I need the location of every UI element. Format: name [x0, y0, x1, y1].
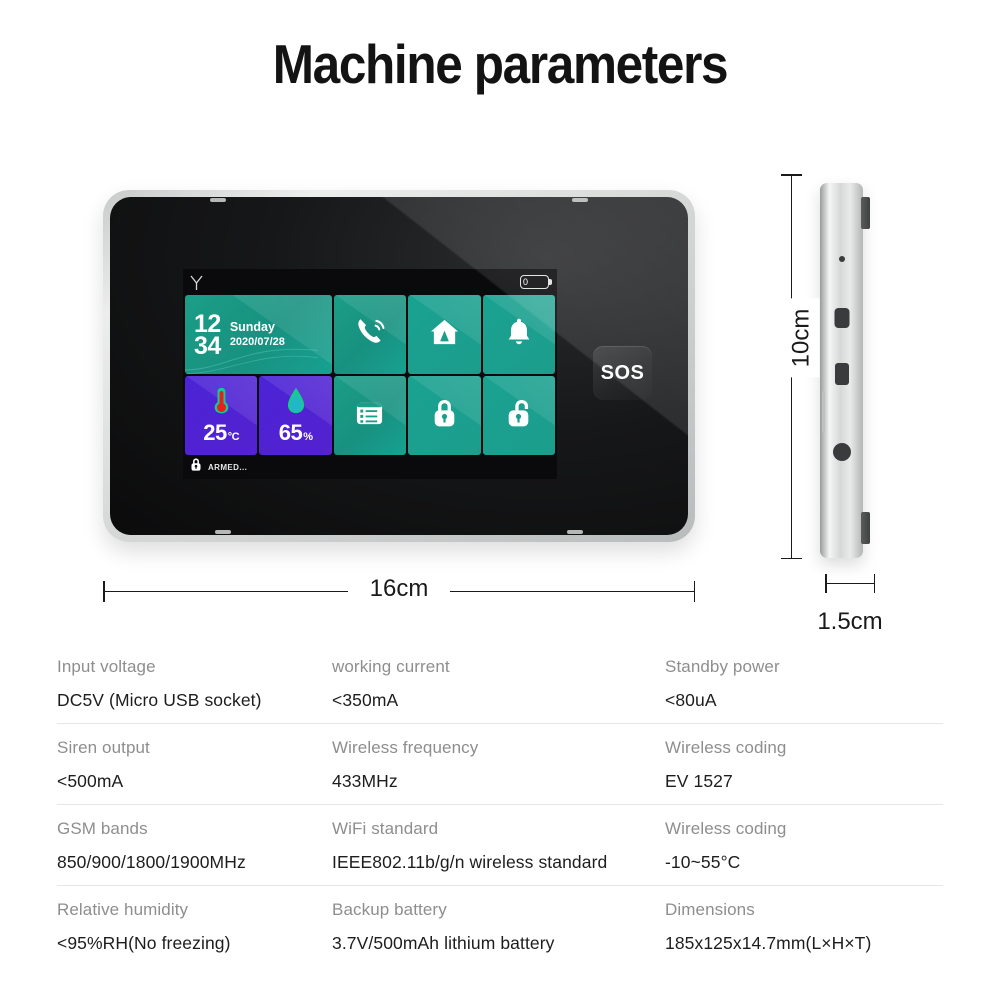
- temperature-tile[interactable]: 25°C: [185, 376, 258, 455]
- tile-grid: 12 34 Sunday 2020/07/28 25°C 65%: [183, 295, 557, 455]
- menu-tile[interactable]: [333, 376, 407, 455]
- spec-label: working current: [332, 657, 450, 676]
- bezel-marker-top-right: [572, 198, 588, 202]
- spec-cell: Input voltage DC5V (Micro USB socket): [57, 657, 332, 711]
- spec-label: Backup battery: [332, 900, 447, 919]
- side-groove: [822, 391, 825, 433]
- spec-cell: Wireless coding EV 1527: [665, 738, 943, 792]
- spec-label: Wireless frequency: [332, 738, 479, 757]
- sim-card-slot: [834, 363, 849, 385]
- specifications-table: Input voltage DC5V (Micro USB socket) wo…: [57, 643, 943, 966]
- clock-date: 2020/07/28: [229, 336, 285, 349]
- home-arm-tile[interactable]: [408, 295, 481, 374]
- arm-tile[interactable]: [408, 376, 481, 455]
- spec-value: 185x125x14.7mm(L×H×T): [665, 933, 872, 953]
- call-tile[interactable]: [333, 295, 407, 374]
- battery-level-text: 0: [523, 276, 529, 287]
- spec-value: <80uA: [665, 690, 717, 710]
- device-bezel: 0 12 34 Sunday 2020/07/28 25°C 65% ARMED…: [110, 197, 688, 535]
- spec-value: 3.7V/500mAh lithium battery: [332, 933, 555, 953]
- list-icon: [355, 399, 384, 433]
- spec-cell: Standby power <80uA: [665, 657, 943, 711]
- spec-cell: Backup battery 3.7V/500mAh lithium batte…: [332, 900, 665, 954]
- lock-open-icon: [505, 398, 532, 433]
- device-side-view: [820, 183, 870, 558]
- spec-cell: Dimensions 185x125x14.7mm(L×H×T): [665, 900, 943, 954]
- clock-digits: 12 34: [194, 311, 221, 360]
- spec-value: IEEE802.11b/g/n wireless standard: [332, 852, 608, 872]
- device-front-view: 0 12 34 Sunday 2020/07/28 25°C 65% ARMED…: [103, 190, 695, 542]
- spec-label: Input voltage: [57, 657, 156, 676]
- table-row: Relative humidity <95%RH(No freezing) Ba…: [57, 885, 943, 966]
- spec-cell: Relative humidity <95%RH(No freezing): [57, 900, 332, 954]
- spec-value: 850/900/1800/1900MHz: [57, 852, 246, 872]
- sos-button[interactable]: SOS: [593, 346, 652, 400]
- disarm-tile[interactable]: [482, 376, 555, 455]
- spec-value: 433MHz: [332, 771, 398, 791]
- humidity-value: 65: [278, 419, 303, 445]
- table-row: Input voltage DC5V (Micro USB socket) wo…: [57, 643, 943, 723]
- spec-value: <500mA: [57, 771, 124, 791]
- page-title: Machine parameters: [272, 33, 729, 95]
- micro-usb-port: [834, 308, 849, 328]
- mounting-foot-top: [861, 197, 870, 229]
- humidity-unit: %: [303, 430, 313, 443]
- spec-cell: Siren output <500mA: [57, 738, 332, 792]
- spec-value: EV 1527: [665, 771, 733, 791]
- table-row: Siren output <500mA Wireless frequency 4…: [57, 723, 943, 804]
- spec-cell: GSM bands 850/900/1800/1900MHz: [57, 819, 332, 873]
- status-bar: 0: [183, 269, 557, 295]
- spec-label: Wireless coding: [665, 738, 787, 757]
- bezel-marker-top-left: [210, 198, 226, 202]
- battery-icon: 0: [520, 275, 552, 289]
- bezel-marker-bottom-left: [215, 530, 231, 534]
- temperature-value: 25: [203, 419, 227, 445]
- clock-meta: Sunday 2020/07/28: [230, 319, 285, 350]
- height-dimension-label: 10cm: [783, 298, 820, 378]
- spec-label: Dimensions: [665, 900, 755, 919]
- temperature-unit: °C: [227, 430, 240, 443]
- spec-cell: Wireless frequency 433MHz: [332, 738, 665, 792]
- clock-weekday: Sunday: [229, 319, 275, 334]
- siren-jack-port: [832, 443, 851, 461]
- spec-label: Standby power: [665, 657, 780, 676]
- spec-cell: Wireless coding -10~55°C: [665, 819, 943, 873]
- spec-cell: WiFi standard IEEE802.11b/g/n wireless s…: [332, 819, 665, 873]
- armed-status-text: ARMED...: [208, 462, 248, 472]
- spec-value: DC5V (Micro USB socket): [57, 690, 262, 710]
- lcd-screen[interactable]: 0 12 34 Sunday 2020/07/28 25°C 65% ARMED…: [183, 269, 557, 479]
- alarm-bell-tile[interactable]: [482, 295, 555, 374]
- spec-label: Siren output: [57, 738, 150, 757]
- clock-tile[interactable]: 12 34 Sunday 2020/07/28: [185, 295, 332, 374]
- spec-value: <350mA: [332, 690, 399, 710]
- thickness-dimension-line: [825, 574, 875, 593]
- sos-label: SOS: [600, 361, 645, 384]
- spec-label: WiFi standard: [332, 819, 439, 838]
- table-row: GSM bands 850/900/1800/1900MHz WiFi stan…: [57, 804, 943, 885]
- lock-closed-icon: [190, 457, 202, 477]
- antenna-icon: [189, 274, 204, 291]
- lock-closed-icon: [431, 398, 458, 433]
- spec-cell: working current <350mA: [332, 657, 665, 711]
- spec-label: Relative humidity: [57, 900, 189, 919]
- bell-icon: [504, 317, 534, 352]
- phone-icon: [353, 315, 387, 354]
- width-dimension-label: 16cm: [103, 575, 695, 603]
- reset-hole: [838, 256, 845, 262]
- spec-label: GSM bands: [57, 819, 148, 838]
- width-dimension-text: 16cm: [347, 575, 451, 602]
- mounting-foot-bottom: [861, 512, 870, 544]
- house-icon: [429, 317, 460, 353]
- humidity-tile[interactable]: 65%: [259, 376, 332, 455]
- thickness-dimension-label: 1.5cm: [817, 608, 883, 635]
- thermometer-icon: [212, 387, 231, 419]
- lcd-status-footer: ARMED...: [183, 455, 557, 479]
- spec-label: Wireless coding: [665, 819, 787, 838]
- spec-value: -10~55°C: [665, 852, 741, 872]
- clock-minutes: 34: [194, 331, 221, 360]
- water-drop-icon: [286, 387, 306, 419]
- spec-value: <95%RH(No freezing): [57, 933, 231, 953]
- bezel-marker-bottom-right: [567, 530, 583, 534]
